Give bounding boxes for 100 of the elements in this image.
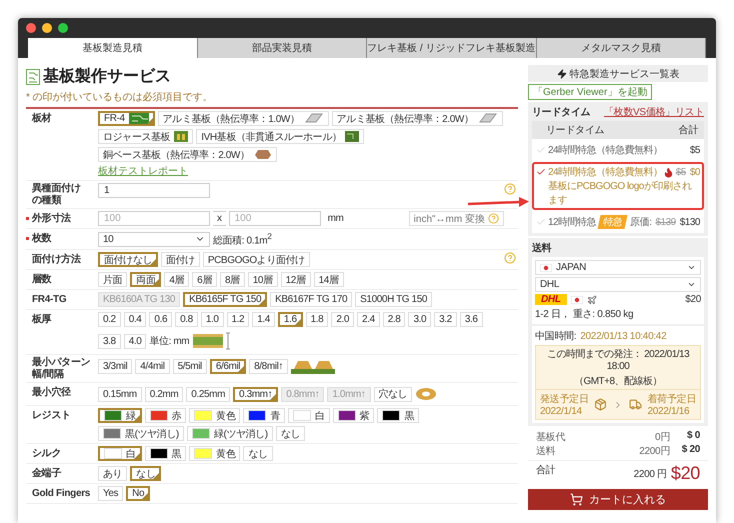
option-button[interactable]: 0.15mm	[98, 386, 142, 402]
option-button[interactable]: 0.2mm	[144, 386, 184, 402]
price: $130	[680, 216, 700, 228]
option-button[interactable]: 10層	[248, 272, 278, 288]
option-button[interactable]: 1.2	[226, 312, 250, 328]
option-button[interactable]: 黒	[144, 446, 186, 462]
dollar-amount: $ 0	[686, 430, 700, 443]
option-button[interactable]: あり	[98, 466, 128, 482]
option-button[interactable]: 12層	[280, 272, 311, 288]
option-button[interactable]: 両面	[130, 272, 162, 288]
option-button[interactable]: 1.6	[278, 312, 303, 328]
truck-icon	[628, 398, 642, 411]
option-button[interactable]: 1.0	[200, 312, 224, 328]
option-button[interactable]: 3.6	[460, 312, 483, 328]
option-button[interactable]: 2.4	[357, 312, 380, 328]
option-button[interactable]: 8/8mil↑	[249, 358, 288, 374]
express-service-button[interactable]: 特急製造サービス一覧表	[528, 65, 708, 82]
option-button[interactable]: 4.0	[124, 334, 146, 349]
option-button[interactable]: 0.3mm↑	[233, 386, 278, 402]
height-field[interactable]: 100	[228, 211, 321, 226]
field-label: 最小パターン幅/間隔	[32, 357, 92, 380]
option-button[interactable]: Yes	[98, 486, 124, 502]
total-yen: 2200 円	[634, 468, 667, 480]
option-button[interactable]: 0.8	[175, 312, 198, 328]
option-button[interactable]: 黒	[377, 408, 419, 424]
option-button[interactable]: なし	[130, 466, 162, 482]
option-button[interactable]: ロジャース基板	[98, 129, 194, 144]
option-button[interactable]: 面付け	[161, 252, 200, 268]
option-button[interactable]: なし	[243, 446, 273, 462]
width-field[interactable]: 100	[98, 211, 210, 226]
tab[interactable]: メタルマスク見積	[536, 38, 706, 58]
option-button[interactable]: 赤	[144, 408, 186, 424]
field-label: 異種面付け	[32, 183, 82, 194]
option-button[interactable]: 白	[288, 408, 330, 424]
unit-convert-button[interactable]: inch"↔mm 変換	[408, 211, 504, 226]
field-label: FR4-TG	[32, 294, 68, 306]
lead-time-option[interactable]: 12時間特急 特急 原価: $139 $130	[532, 212, 704, 232]
option-button[interactable]: 穴なし	[374, 386, 412, 402]
window-maximize-button[interactable]	[58, 23, 68, 33]
option-button[interactable]: 0.25mm	[186, 386, 230, 402]
option-button[interactable]: アルミ基板（熱伝導率：1.0W）	[158, 111, 329, 126]
tab[interactable]: 部品実装見積	[198, 38, 367, 58]
option-button[interactable]: 緑	[98, 408, 142, 424]
option-button[interactable]: 白	[98, 446, 142, 462]
count-field[interactable]: 1	[98, 183, 210, 198]
option-button[interactable]: 銅ベース基板（熱伝導率：2.0W）	[98, 147, 277, 162]
option-button[interactable]: 黄色	[189, 408, 240, 424]
option-button[interactable]: KB6165F TG 150	[183, 292, 268, 308]
test-report-link[interactable]: 板材テストレポート	[98, 164, 188, 178]
window-close-button[interactable]	[26, 23, 36, 33]
option-button[interactable]: PCBGOGOより面付け	[202, 252, 310, 268]
option-button[interactable]: S1000H TG 150	[355, 292, 432, 308]
required-note: * の印が付いているものは必須項目です。	[26, 90, 518, 109]
add-to-cart-button[interactable]: カートに入れる	[528, 489, 708, 510]
option-button[interactable]: 黄色	[189, 446, 240, 462]
option-button[interactable]: KB6167F TG 170	[270, 292, 352, 308]
lead-time-option[interactable]: 24時間特急（特急費無料） $5	[532, 140, 704, 160]
option-button[interactable]: 1.4	[252, 312, 275, 328]
option-button[interactable]: 3.0	[408, 312, 432, 328]
option-button[interactable]: 14層	[314, 272, 344, 288]
yen-amount: 2200円	[639, 445, 670, 458]
option-button[interactable]: 0.6	[149, 312, 172, 328]
gerber-viewer-button[interactable]: 「Gerber Viewer」を起動	[528, 84, 652, 100]
option-button[interactable]: 面付けなし	[98, 252, 158, 268]
field-label: Gold Fingers	[32, 488, 92, 500]
price-list-link[interactable]: 「枚数VS価格」リスト	[604, 105, 704, 119]
option-button[interactable]: 3.2	[434, 312, 457, 328]
window-minimize-button[interactable]	[42, 23, 52, 33]
tab[interactable]: 基板製造見積	[28, 38, 198, 58]
option-button[interactable]: 青	[243, 408, 286, 424]
option-button[interactable]: 片面	[98, 272, 128, 288]
circuit-board-icon	[174, 131, 188, 142]
carrier-select[interactable]: DHL	[535, 277, 701, 292]
option-button[interactable]: アルミ基板（熱伝導率：2.0W）	[332, 111, 503, 126]
option-button[interactable]: 黒(ツヤ消し)	[98, 426, 184, 442]
option-button[interactable]: 2.0	[331, 312, 354, 328]
tab[interactable]: フレキ基板 / リジッドフレキ基板製造	[367, 38, 536, 58]
option-button[interactable]: 6層	[192, 272, 217, 288]
flag-icon	[570, 296, 583, 304]
option-button[interactable]: 0.4	[124, 312, 146, 328]
option-button[interactable]: IVH基板（非貫通スルーホール）	[196, 129, 364, 144]
option-button[interactable]: なし	[276, 426, 305, 442]
quantity-select[interactable]: 10	[98, 232, 210, 247]
option-button[interactable]: 0.2	[98, 312, 121, 328]
country-select[interactable]: JAPAN	[535, 260, 701, 275]
option-button[interactable]: 5/5mil	[172, 358, 207, 374]
option-button[interactable]: No	[126, 486, 150, 502]
option-button[interactable]: 緑(ツヤ消し)	[186, 426, 273, 442]
option-button[interactable]: 紫	[332, 408, 374, 424]
metal-plate-icon	[478, 113, 498, 124]
option-button[interactable]: 3.8	[98, 334, 121, 349]
option-button[interactable]: 6/6mil	[210, 358, 246, 374]
option-button[interactable]: 1.8	[306, 312, 328, 328]
option-button[interactable]: 4/4mil	[135, 358, 170, 374]
option-button[interactable]: FR-4	[98, 111, 155, 126]
option-button[interactable]: 4層	[164, 272, 190, 288]
option-button[interactable]: 3/3mil	[98, 358, 132, 374]
option-button[interactable]: 2.8	[382, 312, 406, 328]
option-button[interactable]: 8層	[220, 272, 245, 288]
field-label: 板厚	[32, 314, 52, 326]
